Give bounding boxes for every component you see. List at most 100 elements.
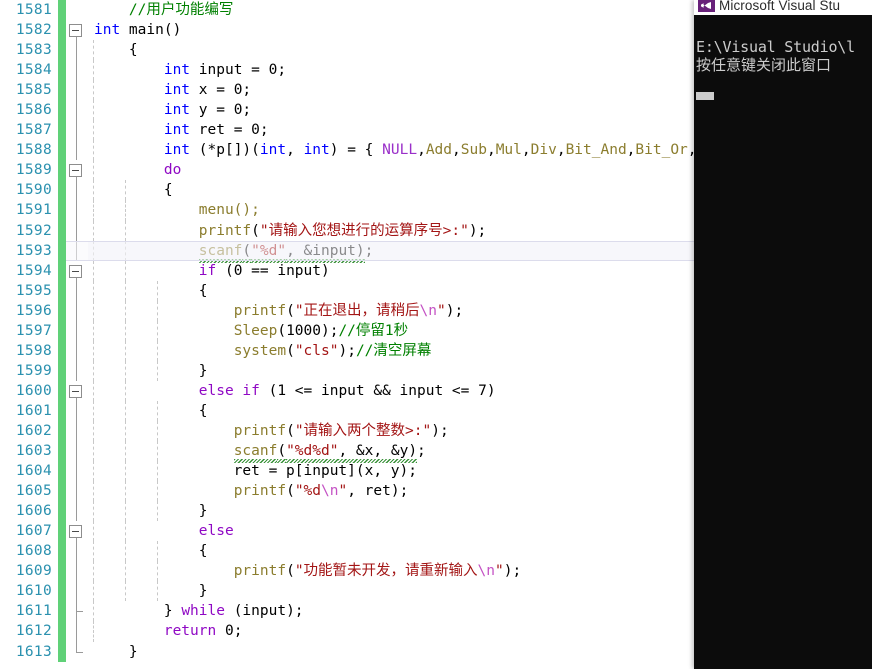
code-text[interactable]: //用户功能编写 xyxy=(88,0,694,20)
code-line[interactable]: 1606 } xyxy=(0,501,694,522)
code-text[interactable]: int ret = 0; xyxy=(88,120,694,141)
collapse-toggle-icon[interactable] xyxy=(69,525,82,539)
code-line[interactable]: 1603 scanf("%d%d", &x, &y); xyxy=(0,441,694,464)
collapse-toggle-icon[interactable] xyxy=(69,164,82,178)
outlining-margin[interactable] xyxy=(66,320,88,341)
code-line[interactable]: 1585 int x = 0; xyxy=(0,80,694,101)
code-line[interactable]: 1596 printf("正在退出，请稍后\n"); xyxy=(0,300,694,321)
code-line[interactable]: 1583 { xyxy=(0,40,694,61)
outlining-margin[interactable] xyxy=(66,501,88,522)
code-text[interactable]: } while (input); xyxy=(88,601,694,622)
collapse-toggle-icon[interactable] xyxy=(69,264,82,278)
code-line[interactable]: 1587 int ret = 0; xyxy=(0,120,694,141)
code-text[interactable]: int (*p[])(int, int) = { NULL,Add,Sub,Mu… xyxy=(88,140,694,161)
code-text[interactable]: int input = 0; xyxy=(88,60,694,81)
code-line[interactable]: 1591 menu(); xyxy=(0,200,694,221)
code-line[interactable]: 1610 } xyxy=(0,581,694,602)
outlining-margin[interactable] xyxy=(66,400,88,421)
code-line[interactable]: 1600 else if (1 <= input && input <= 7) xyxy=(0,380,694,401)
code-text[interactable]: Sleep(1000);//停留1秒 xyxy=(88,320,694,341)
outlining-margin[interactable] xyxy=(66,140,88,161)
code-line[interactable]: 1612 return 0; xyxy=(0,621,694,642)
outlining-margin[interactable] xyxy=(66,20,88,41)
code-text[interactable]: { xyxy=(88,40,694,61)
code-line[interactable]: 1588 int (*p[])(int, int) = { NULL,Add,S… xyxy=(0,140,694,161)
code-line[interactable]: 1590 { xyxy=(0,180,694,201)
code-text[interactable]: scanf("%d", &input); xyxy=(88,240,694,263)
code-line[interactable]: 1609 printf("功能暂未开发，请重新输入\n"); xyxy=(0,561,694,582)
outlining-margin[interactable] xyxy=(66,300,88,321)
outlining-margin[interactable] xyxy=(66,641,88,662)
console-title-bar[interactable]: Microsoft Visual Stu xyxy=(694,0,872,15)
outlining-margin[interactable] xyxy=(66,180,88,201)
code-text[interactable]: { xyxy=(88,280,694,301)
code-text[interactable]: printf("请输入两个整数>:"); xyxy=(88,420,694,442)
outlining-margin[interactable] xyxy=(66,280,88,301)
outlining-margin[interactable] xyxy=(66,260,88,281)
outlining-margin[interactable] xyxy=(66,541,88,562)
code-line[interactable]: 1607 else xyxy=(0,521,694,542)
outlining-margin[interactable] xyxy=(66,420,88,442)
outlining-margin[interactable] xyxy=(66,0,88,21)
code-line[interactable]: 1611 } while (input); xyxy=(0,601,694,622)
code-text[interactable]: { xyxy=(88,400,694,421)
collapse-toggle-icon[interactable] xyxy=(69,384,82,398)
code-line[interactable]: 1593 scanf("%d", &input); xyxy=(0,240,694,263)
collapse-toggle-icon[interactable] xyxy=(69,24,82,38)
code-text[interactable]: { xyxy=(88,180,694,201)
code-line[interactable]: 1589 do xyxy=(0,160,694,181)
code-text[interactable]: printf("功能暂未开发，请重新输入\n"); xyxy=(88,561,694,582)
code-text[interactable]: printf("请输入您想进行的运算序号>:"); xyxy=(88,220,694,241)
code-line[interactable]: 1584 int input = 0; xyxy=(0,60,694,81)
code-lines-container[interactable]: 1581 //用户功能编写 1582 int main() 1583 {1584 in… xyxy=(0,0,694,662)
code-text[interactable]: printf("%d\n", ret); xyxy=(88,481,694,502)
outlining-margin[interactable] xyxy=(66,40,88,61)
outlining-margin[interactable] xyxy=(66,461,88,482)
code-text[interactable]: if (0 == input) xyxy=(88,260,694,281)
code-text[interactable]: } xyxy=(88,501,694,522)
outlining-margin[interactable] xyxy=(66,120,88,141)
outlining-margin[interactable] xyxy=(66,60,88,81)
code-line[interactable]: 1597 Sleep(1000);//停留1秒 xyxy=(0,320,694,341)
outlining-margin[interactable] xyxy=(66,380,88,401)
code-text[interactable]: system("cls");//清空屏幕 xyxy=(88,340,694,361)
code-line[interactable]: 1608 { xyxy=(0,541,694,562)
outlining-margin[interactable] xyxy=(66,601,88,622)
code-line[interactable]: 1602 printf("请输入两个整数>:"); xyxy=(0,420,694,442)
code-text[interactable]: menu(); xyxy=(88,200,694,221)
code-text[interactable]: } xyxy=(88,360,694,381)
code-line[interactable]: 1586 int y = 0; xyxy=(0,100,694,121)
code-text[interactable]: do xyxy=(88,160,694,181)
code-text[interactable]: { xyxy=(88,541,694,562)
code-text[interactable]: scanf("%d%d", &x, &y); xyxy=(88,441,694,464)
outlining-margin[interactable] xyxy=(66,80,88,101)
code-line[interactable]: 1581 //用户功能编写 xyxy=(0,0,694,21)
code-line[interactable]: 1601 { xyxy=(0,400,694,421)
outlining-margin[interactable] xyxy=(66,561,88,582)
code-text[interactable]: int y = 0; xyxy=(88,100,694,121)
outlining-margin[interactable] xyxy=(66,100,88,121)
outlining-margin[interactable] xyxy=(66,240,88,261)
console-window[interactable]: Microsoft Visual Stu E:\Visual Studio\l 按… xyxy=(694,0,872,669)
outlining-margin[interactable] xyxy=(66,360,88,381)
outlining-margin[interactable] xyxy=(66,441,88,462)
code-editor[interactable]: 1581 //用户功能编写 1582 int main() 1583 {1584 in… xyxy=(0,0,694,669)
code-line[interactable]: 1582 int main() xyxy=(0,20,694,41)
code-text[interactable]: ret = p[input](x, y); xyxy=(88,461,694,482)
outlining-margin[interactable] xyxy=(66,621,88,642)
code-line[interactable]: 1599 } xyxy=(0,360,694,381)
code-line[interactable]: 1592 printf("请输入您想进行的运算序号>:"); xyxy=(0,220,694,241)
outlining-margin[interactable] xyxy=(66,200,88,221)
code-text[interactable]: printf("正在退出，请稍后\n"); xyxy=(88,300,694,321)
code-text[interactable]: else if (1 <= input && input <= 7) xyxy=(88,380,694,401)
code-line[interactable]: 1598 system("cls");//清空屏幕 xyxy=(0,340,694,361)
code-line[interactable]: 1595 { xyxy=(0,280,694,301)
code-line[interactable]: 1613 } xyxy=(0,641,694,662)
code-line[interactable]: 1605 printf("%d\n", ret); xyxy=(0,481,694,502)
outlining-margin[interactable] xyxy=(66,220,88,241)
outlining-margin[interactable] xyxy=(66,160,88,181)
console-output[interactable]: E:\Visual Studio\l 按任意键关闭此窗口 xyxy=(694,15,872,669)
code-text[interactable]: else xyxy=(88,521,694,542)
code-text[interactable]: int x = 0; xyxy=(88,80,694,101)
code-text[interactable]: } xyxy=(88,642,694,662)
